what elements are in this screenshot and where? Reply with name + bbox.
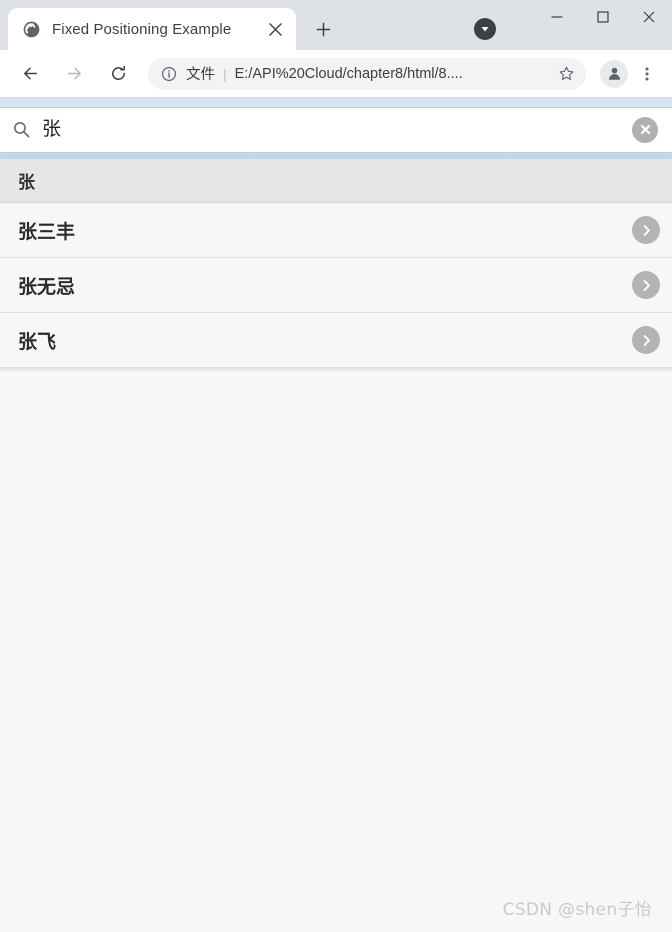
list-item[interactable]: 张三丰 bbox=[0, 203, 672, 258]
url-scheme-label: 文件 bbox=[186, 67, 215, 83]
globe-icon bbox=[22, 20, 40, 38]
search-icon bbox=[10, 119, 32, 141]
list-item-label: 张飞 bbox=[18, 330, 57, 353]
window-controls bbox=[534, 0, 672, 34]
back-button[interactable] bbox=[13, 57, 47, 91]
browser-window: Fixed Positioning Example 文件 | E:/API%20… bbox=[0, 0, 672, 932]
search-bar: 张 bbox=[0, 98, 672, 159]
forward-button[interactable] bbox=[57, 57, 91, 91]
star-icon[interactable] bbox=[552, 60, 580, 88]
reload-button[interactable] bbox=[101, 57, 135, 91]
chevron-right-icon[interactable] bbox=[632, 271, 660, 299]
tab-strip: Fixed Positioning Example bbox=[0, 0, 672, 50]
chevron-right-icon[interactable] bbox=[632, 326, 660, 354]
tab-title: Fixed Positioning Example bbox=[52, 20, 232, 38]
window-minimize-button[interactable] bbox=[534, 0, 580, 34]
browser-toolbar: 文件 | E:/API%20Cloud/chapter8/html/8.... bbox=[0, 50, 672, 98]
watermark: CSDN @shen子怡 bbox=[502, 900, 652, 920]
list-group-header: 张 bbox=[0, 159, 672, 203]
new-tab-button[interactable] bbox=[306, 12, 340, 46]
address-bar[interactable]: 文件 | E:/API%20Cloud/chapter8/html/8.... bbox=[148, 57, 586, 90]
url-separator: | bbox=[223, 65, 227, 82]
window-close-button[interactable] bbox=[626, 0, 672, 34]
browser-tab[interactable]: Fixed Positioning Example bbox=[8, 8, 296, 50]
search-input-value: 张 bbox=[42, 118, 62, 140]
list-item-label: 张无忌 bbox=[18, 275, 76, 298]
url-text: E:/API%20Cloud/chapter8/html/8.... bbox=[234, 65, 463, 82]
page-viewport: 张 张 张三丰 张无忌 张飞 CSDN @shen子怡 bbox=[0, 98, 672, 932]
info-circle-icon[interactable] bbox=[160, 65, 178, 83]
list-item[interactable]: 张无忌 bbox=[0, 258, 672, 313]
list-item-label: 张三丰 bbox=[18, 220, 76, 243]
window-maximize-button[interactable] bbox=[580, 0, 626, 34]
tab-close-icon[interactable] bbox=[262, 16, 288, 42]
search-results-list: 张 张三丰 张无忌 张飞 bbox=[0, 159, 672, 368]
chevron-right-icon[interactable] bbox=[632, 216, 660, 244]
three-dot-menu-icon[interactable] bbox=[632, 59, 662, 89]
clear-search-icon[interactable] bbox=[632, 116, 658, 143]
search-input[interactable]: 张 bbox=[0, 106, 672, 153]
download-indicator-icon[interactable] bbox=[474, 18, 496, 40]
list-item[interactable]: 张飞 bbox=[0, 313, 672, 368]
profile-avatar-icon[interactable] bbox=[600, 59, 628, 88]
